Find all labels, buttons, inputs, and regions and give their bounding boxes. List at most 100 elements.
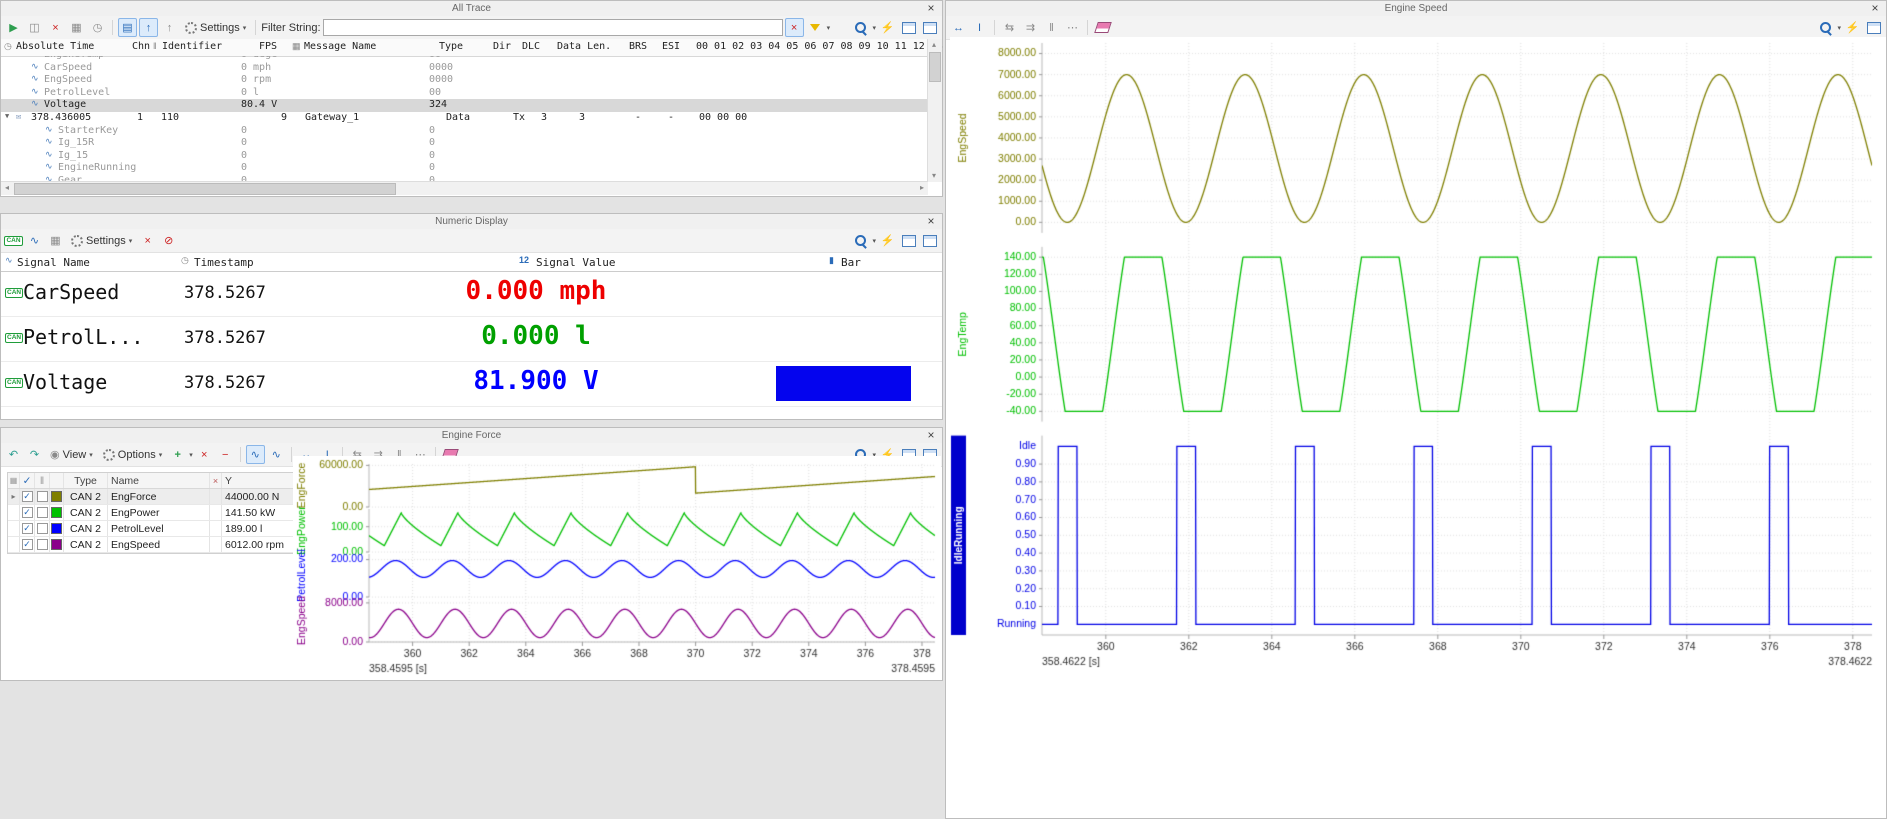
dock-window-icon[interactable]	[899, 18, 918, 37]
series-secondary-checkbox[interactable]	[35, 505, 50, 520]
view-menu-button[interactable]: ◉ View ▾	[46, 447, 97, 462]
col-fps[interactable]: FPS	[259, 41, 277, 52]
chevron-down-icon[interactable]: ▾	[1837, 24, 1841, 32]
col-hold[interactable]: ‖	[35, 473, 50, 488]
legend-row[interactable]: ✓CAN 2EngSpeed6012.00 rpm	[8, 537, 293, 553]
time-mode-icon[interactable]: ◷	[88, 18, 107, 37]
trace-message-row[interactable]: ▼✉378.43600511109Gateway_1DataTx33--00 0…	[1, 112, 928, 125]
scroll-up-icon[interactable]: ↑	[139, 18, 158, 37]
col-chn[interactable]: Chn	[132, 41, 150, 52]
legend-row[interactable]: ✓CAN 2PetrolLevel189.00 l	[8, 521, 293, 537]
chevron-down-icon[interactable]: ▾	[872, 24, 876, 32]
quick-action-icon[interactable]: ⚡	[878, 231, 897, 250]
pause-update-icon[interactable]: ‖	[1042, 18, 1061, 37]
line-chart-mode-icon[interactable]: ∿	[246, 445, 265, 464]
add-signal-icon[interactable]: +	[168, 445, 187, 464]
col-signal-name[interactable]: Signal Name	[17, 256, 90, 269]
col-visible[interactable]: ✓	[20, 473, 35, 488]
scroll-top-icon[interactable]: ↑	[160, 18, 179, 37]
series-secondary-checkbox[interactable]	[35, 489, 50, 504]
undo-zoom-icon[interactable]: ↶	[4, 445, 23, 464]
detach-window-icon[interactable]: ◫	[25, 18, 44, 37]
numeric-row[interactable]: CANPetrolL...378.52670.000 l	[1, 316, 942, 362]
trace-signal-row[interactable]: ∿Voltage80.4 V324	[1, 99, 928, 112]
engine-speed-chart-canvas[interactable]	[950, 37, 1886, 687]
col-type[interactable]: Type	[64, 473, 108, 488]
scrollbar-thumb[interactable]	[14, 183, 396, 195]
col-brs[interactable]: BRS	[629, 41, 647, 52]
vertical-scrollbar[interactable]: ▴ ▾	[927, 39, 942, 182]
series-secondary-checkbox[interactable]	[35, 537, 50, 552]
chevron-down-icon[interactable]: ▾	[189, 451, 193, 459]
trace-signal-row[interactable]: ∿PetrolLevel0 l00	[1, 87, 928, 100]
series-secondary-checkbox[interactable]	[35, 521, 50, 536]
numeric-settings-button[interactable]: Settings ▾	[67, 234, 136, 248]
redo-zoom-icon[interactable]: ↷	[25, 445, 44, 464]
close-icon[interactable]: ×	[924, 1, 938, 15]
remove-all-icon[interactable]: −	[216, 445, 235, 464]
trace-settings-button[interactable]: Settings ▾	[181, 21, 250, 35]
filter-funnel-icon[interactable]	[806, 18, 825, 37]
pan-left-right-icon[interactable]: ⇆	[1000, 18, 1019, 37]
scrollbar-thumb[interactable]	[929, 52, 941, 82]
remove-signal-icon[interactable]: ×	[138, 231, 157, 250]
col-type[interactable]: Type	[439, 41, 463, 52]
col-y[interactable]: Y	[222, 473, 293, 488]
close-icon[interactable]: ×	[1868, 1, 1882, 15]
trace-signal-row[interactable]: ∿EngSpeed0 rpm0000	[1, 74, 928, 87]
col-dir[interactable]: Dir	[493, 41, 511, 52]
fixed-view-icon[interactable]: ▦	[67, 18, 86, 37]
more-tools-icon[interactable]: ⋯	[1063, 18, 1082, 37]
trace-signal-row[interactable]: ∿Ig_15R00	[1, 137, 928, 150]
scroll-down-icon[interactable]: ▾	[928, 170, 940, 182]
layout-icon[interactable]: ▦	[46, 231, 65, 250]
zoom-tools-icon[interactable]	[1816, 18, 1835, 37]
dock-window-icon[interactable]	[899, 231, 918, 250]
measure-range-icon[interactable]: ↔	[949, 18, 968, 37]
remove-signal-icon[interactable]: ×	[195, 445, 214, 464]
scroll-up-icon[interactable]: ▴	[928, 39, 940, 51]
dock-window-icon[interactable]	[1864, 18, 1883, 37]
series-visible-checkbox[interactable]: ✓	[20, 537, 35, 552]
can-channel-icon[interactable]: CAN	[4, 231, 23, 250]
float-window-icon[interactable]	[920, 18, 939, 37]
legend-row[interactable]: ✓CAN 2EngPower141.50 kW	[8, 505, 293, 521]
signal-select-icon[interactable]: ∿	[25, 231, 44, 250]
engine-force-chart-canvas[interactable]	[293, 456, 941, 678]
row-expander-icon[interactable]: ▼	[5, 112, 9, 120]
trace-signal-row[interactable]: ∿CarSpeed0 mph0000	[1, 62, 928, 75]
trace-signal-row[interactable]: ∿Ig_1500	[1, 150, 928, 163]
numeric-row[interactable]: CANVoltage378.526781.900 V	[1, 361, 942, 407]
measure-cursor-icon[interactable]: I	[970, 18, 989, 37]
scroll-mode-icon[interactable]: ▤	[118, 18, 137, 37]
close-icon[interactable]: ×	[924, 428, 938, 442]
series-visible-checkbox[interactable]: ✓	[20, 521, 35, 536]
col-message-name[interactable]: Message Name	[304, 41, 376, 52]
scroll-right-icon[interactable]: ▸	[916, 182, 928, 194]
col-dlc[interactable]: DLC	[522, 41, 540, 52]
col-esi[interactable]: ESI	[662, 41, 680, 52]
clear-trace-icon[interactable]: ×	[46, 18, 65, 37]
numeric-row[interactable]: CANCarSpeed378.52670.000 mph	[1, 271, 942, 317]
trace-signal-row[interactable]: ∿StarterKey00	[1, 125, 928, 138]
chevron-down-icon[interactable]: ▾	[827, 24, 831, 32]
chevron-down-icon[interactable]: ▾	[872, 237, 876, 245]
col-timestamp[interactable]: Timestamp	[194, 256, 254, 269]
series-visible-checkbox[interactable]: ✓	[20, 505, 35, 520]
zoom-tools-icon[interactable]	[851, 18, 870, 37]
col-identifier[interactable]: Identifier	[162, 41, 222, 52]
series-visible-checkbox[interactable]: ✓	[20, 489, 35, 504]
eraser-button[interactable]	[1093, 18, 1112, 37]
zoom-tools-icon[interactable]	[851, 231, 870, 250]
scroll-left-icon[interactable]: ◂	[1, 182, 13, 194]
legend-row[interactable]: ▸✓CAN 2EngForce44000.00 N	[8, 489, 293, 505]
start-measurement-icon[interactable]: ▶	[4, 18, 23, 37]
col-bar[interactable]: Bar	[841, 256, 861, 269]
col-absolute-time[interactable]: Absolute Time	[16, 41, 94, 52]
trace-signal-row[interactable]: ∿EngineRunning00	[1, 162, 928, 175]
clear-filter-icon[interactable]: ×	[785, 18, 804, 37]
col-signal-value[interactable]: Signal Value	[536, 256, 615, 269]
quick-action-icon[interactable]: ⚡	[878, 18, 897, 37]
horizontal-scrollbar[interactable]: ◂ ▸	[1, 181, 928, 195]
filter-input[interactable]	[323, 19, 783, 36]
